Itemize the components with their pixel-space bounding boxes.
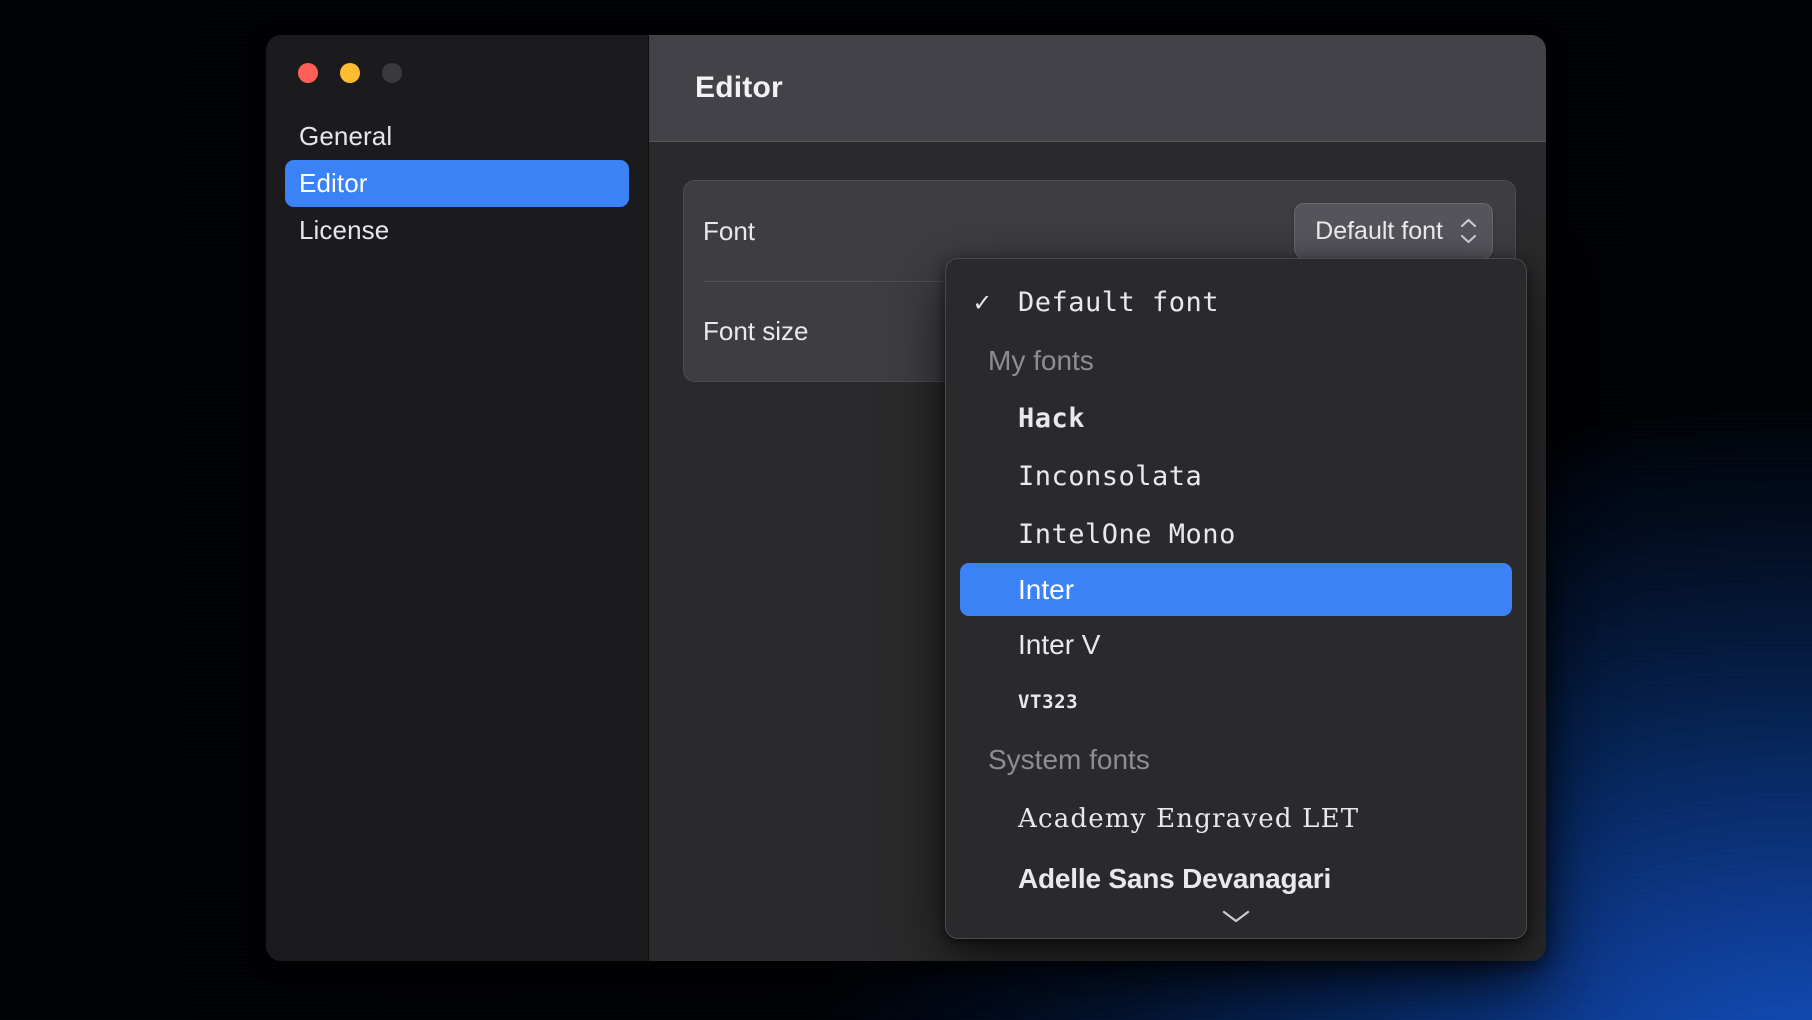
- sidebar-item-license[interactable]: License: [285, 207, 629, 254]
- sidebar-item-label: Editor: [299, 168, 368, 199]
- menu-item-label: IntelOne Mono: [1018, 519, 1498, 550]
- menu-item-default-font[interactable]: ✓ Default font: [960, 271, 1512, 333]
- menu-item-label: Default font: [1018, 287, 1498, 318]
- menu-item-label: Inter V: [1018, 629, 1498, 661]
- menu-group-label: My fonts: [988, 345, 1094, 377]
- minimize-button[interactable]: [340, 63, 360, 83]
- menu-item-intelone-mono[interactable]: IntelOne Mono: [960, 505, 1512, 563]
- menu-item-label: Hack: [1018, 403, 1498, 434]
- menu-group-label: System fonts: [988, 744, 1150, 776]
- sidebar-nav: General Editor License: [276, 113, 638, 254]
- close-button[interactable]: [298, 63, 318, 83]
- font-select-button[interactable]: Default font: [1294, 203, 1493, 259]
- menu-item-label: VT323: [1018, 691, 1498, 713]
- font-row-label: Font: [703, 216, 1294, 247]
- zoom-button[interactable]: [382, 63, 402, 83]
- menu-item-inter[interactable]: Inter: [960, 563, 1512, 616]
- checkmark-icon: ✓: [974, 289, 1018, 316]
- sidebar-item-label: General: [299, 121, 392, 152]
- font-dropdown-menu: ✓ Default font My fonts Hack Inconsolata…: [945, 258, 1527, 939]
- menu-item-adelle-sans-devanagari[interactable]: Adelle Sans Devanagari: [960, 848, 1512, 910]
- sidebar: General Editor License: [266, 35, 648, 961]
- menu-group-my-fonts: My fonts: [960, 333, 1512, 389]
- menu-item-academy-engraved-let[interactable]: Academy Engraved LET: [960, 790, 1512, 848]
- font-select-value: Default font: [1315, 217, 1443, 246]
- menu-item-label: Adelle Sans Devanagari: [1018, 863, 1498, 895]
- menu-item-inter-v[interactable]: Inter V: [960, 616, 1512, 673]
- window-controls: [276, 35, 638, 83]
- menu-item-inconsolata[interactable]: Inconsolata: [960, 447, 1512, 505]
- menu-item-vt323[interactable]: VT323: [960, 673, 1512, 730]
- menu-item-label: Inter: [1018, 574, 1498, 606]
- menu-item-label: Inconsolata: [1018, 461, 1498, 492]
- sidebar-item-label: License: [299, 215, 389, 246]
- sidebar-item-editor[interactable]: Editor: [285, 160, 629, 207]
- sidebar-item-general[interactable]: General: [285, 113, 629, 160]
- titlebar: Editor: [649, 35, 1546, 142]
- chevron-updown-icon: [1459, 218, 1478, 244]
- menu-group-system-fonts: System fonts: [960, 730, 1512, 790]
- menu-item-hack[interactable]: Hack: [960, 389, 1512, 447]
- menu-scroll-down-button[interactable]: [946, 907, 1526, 930]
- chevron-down-icon: [1219, 907, 1253, 930]
- menu-item-label: Academy Engraved LET: [1018, 804, 1498, 834]
- page-title: Editor: [695, 71, 783, 105]
